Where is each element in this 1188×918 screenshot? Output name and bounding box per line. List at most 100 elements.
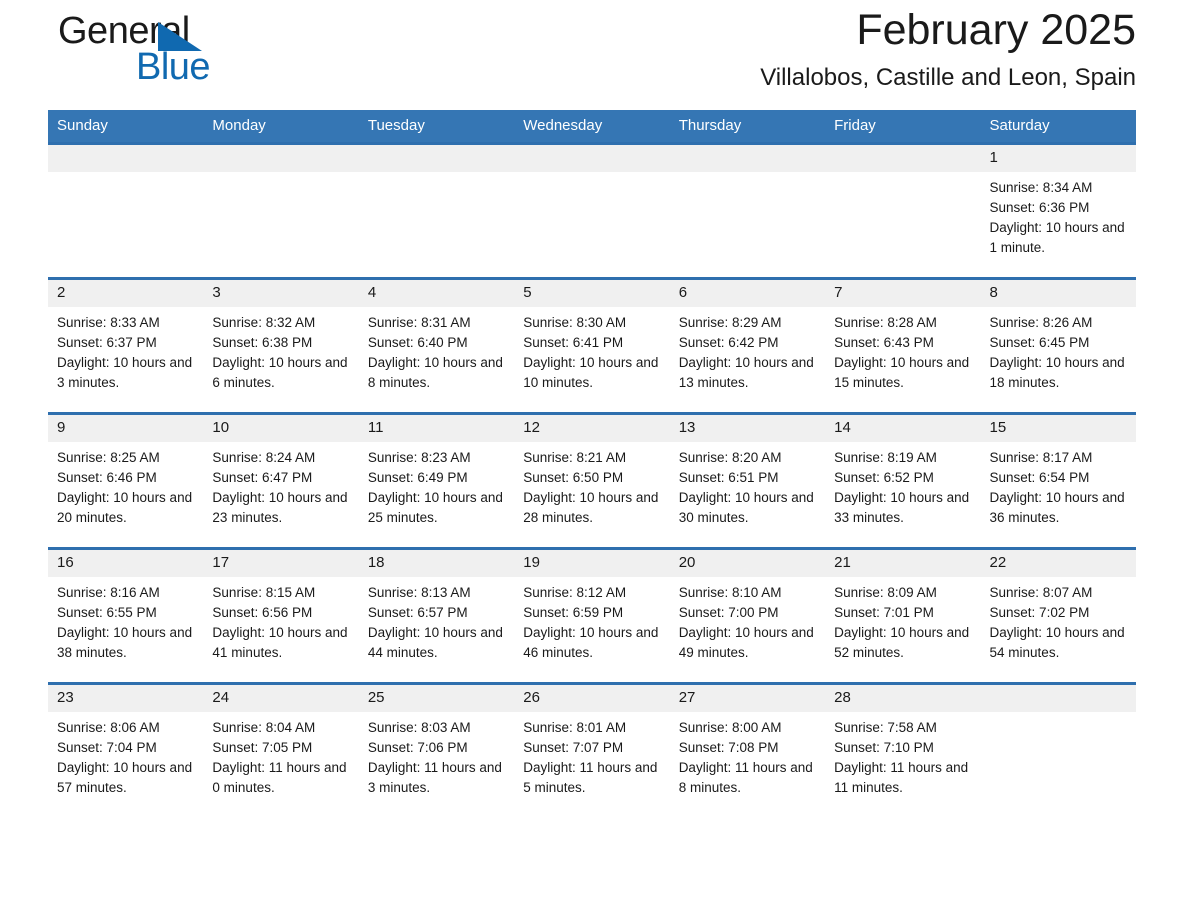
sunrise-text: Sunrise: 8:06 AM: [57, 720, 160, 735]
calendar-day-cell[interactable]: 8 Sunrise: 8:26 AM Sunset: 6:45 PM Daylight…: [980, 277, 1136, 414]
day-number: [514, 145, 670, 172]
calendar-day-cell[interactable]: 16 Sunrise: 8:16 AM Sunset: 6:55 PM Dayligh…: [48, 547, 204, 684]
day-box: 1 Sunrise: 8:34 AM Sunset: 6:36 PM Daylight…: [980, 145, 1136, 277]
calendar-day-cell[interactable]: 2 Sunrise: 8:33 AM Sunset: 6:37 PM Daylight…: [48, 277, 204, 414]
day-info: Sunrise: 8:26 AM Sunset: 6:45 PM Daylight:…: [981, 307, 1136, 393]
sunset-text: Sunset: 6:59 PM: [523, 604, 624, 620]
daylight-text: Daylight: 10 hours and 8 minutes.: [367, 354, 503, 390]
day-number: 23: [48, 685, 204, 712]
calendar-day-cell[interactable]: 24 Sunrise: 8:04 AM Sunset: 7:05 PM Dayligh…: [203, 682, 359, 817]
daylight-text: Daylight: 10 hours and 23 minutes.: [212, 489, 348, 525]
day-number: 24: [203, 685, 359, 712]
day-number: 28: [825, 685, 981, 712]
calendar-day-cell[interactable]: 19 Sunrise: 8:12 AM Sunset: 6:59 PM Dayligh…: [514, 547, 670, 684]
calendar-day-cell[interactable]: 7 Sunrise: 8:28 AM Sunset: 6:43 PM Daylight…: [825, 277, 981, 414]
calendar-day-cell[interactable]: 27 Sunrise: 8:00 AM Sunset: 7:08 PM Dayligh…: [669, 682, 826, 817]
generalblue-logo[interactable]: General Blue: [58, 10, 358, 96]
sunrise-text: Sunrise: 8:28 AM: [834, 315, 937, 330]
day-number: 20: [669, 550, 826, 577]
sunset-text: Sunset: 7:04 PM: [57, 739, 157, 755]
calendar-day-cell[interactable]: 10 Sunrise: 8:24 AM Sunset: 6:47 PM Dayligh…: [203, 412, 359, 549]
calendar-day-cell[interactable]: 5 Sunrise: 8:30 AM Sunset: 6:41 PM Daylight…: [514, 277, 670, 414]
daylight-text: Daylight: 10 hours and 20 minutes.: [57, 489, 193, 525]
day-number: 4: [358, 280, 515, 307]
calendar-day-cell[interactable]: 17 Sunrise: 8:15 AM Sunset: 6:56 PM Dayligh…: [203, 547, 359, 684]
day-box: 23 Sunrise: 8:06 AM Sunset: 7:04 PM Dayligh…: [48, 685, 204, 817]
sunset-text: Sunset: 6:49 PM: [367, 469, 468, 485]
sunrise-text: Sunrise: 8:17 AM: [989, 450, 1093, 465]
day-box: 18 Sunrise: 8:13 AM Sunset: 6:57 PM Dayligh…: [358, 550, 515, 682]
calendar-day-cell[interactable]: 12 Sunrise: 8:21 AM Sunset: 6:50 PM Dayligh…: [514, 412, 670, 549]
day-box: 14 Sunrise: 8:19 AM Sunset: 6:52 PM Dayligh…: [825, 415, 981, 547]
calendar-page: General Blue February 2025 Villalobos, C…: [0, 0, 1188, 918]
day-number: [669, 145, 826, 172]
day-info: Sunrise: 8:34 AM Sunset: 6:36 PM Daylight:…: [981, 172, 1136, 258]
day-box: 25 Sunrise: 8:03 AM Sunset: 7:06 PM Dayligh…: [358, 685, 515, 817]
calendar-day-cell[interactable]: 14 Sunrise: 8:19 AM Sunset: 6:52 PM Dayligh…: [825, 412, 981, 549]
day-number: 7: [825, 280, 981, 307]
calendar-day-cell[interactable]: 13 Sunrise: 8:20 AM Sunset: 6:51 PM Dayligh…: [669, 412, 826, 549]
calendar-day-cell[interactable]: 23 Sunrise: 8:06 AM Sunset: 7:04 PM Dayligh…: [48, 682, 204, 817]
day-info: Sunrise: 8:21 AM Sunset: 6:50 PM Daylight:…: [514, 442, 669, 528]
day-info: Sunrise: 8:00 AM Sunset: 7:08 PM Daylight:…: [670, 712, 825, 798]
day-box: 16 Sunrise: 8:16 AM Sunset: 6:55 PM Dayligh…: [48, 550, 204, 682]
daylight-text: Daylight: 10 hours and 36 minutes.: [989, 489, 1125, 525]
day-box: 24 Sunrise: 8:04 AM Sunset: 7:05 PM Dayligh…: [203, 685, 359, 817]
weekday-header-tuesday: Tuesday: [358, 110, 515, 144]
calendar-day-cell[interactable]: 4 Sunrise: 8:31 AM Sunset: 6:40 PM Daylight…: [358, 277, 515, 414]
calendar-day-cell[interactable]: 9 Sunrise: 8:25 AM Sunset: 6:46 PM Daylight…: [48, 412, 204, 549]
daylight-text: Daylight: 10 hours and 33 minutes.: [834, 489, 970, 525]
title-block: February 2025 Villalobos, Castille and L…: [760, 6, 1136, 92]
calendar-day-cell[interactable]: 25 Sunrise: 8:03 AM Sunset: 7:06 PM Dayligh…: [358, 682, 515, 817]
day-info: Sunrise: 8:10 AM Sunset: 7:00 PM Daylight:…: [670, 577, 825, 663]
daylight-text: Daylight: 11 hours and 5 minutes.: [523, 759, 658, 795]
day-box: 13 Sunrise: 8:20 AM Sunset: 6:51 PM Dayligh…: [669, 415, 826, 547]
day-number: [825, 145, 981, 172]
day-info: Sunrise: 8:03 AM Sunset: 7:06 PM Daylight:…: [359, 712, 514, 798]
day-box: 17 Sunrise: 8:15 AM Sunset: 6:56 PM Dayligh…: [203, 550, 359, 682]
sunrise-text: Sunrise: 8:15 AM: [212, 585, 316, 600]
calendar-day-cell[interactable]: 3 Sunrise: 8:32 AM Sunset: 6:38 PM Daylight…: [203, 277, 359, 414]
day-info: Sunrise: 8:29 AM Sunset: 6:42 PM Daylight:…: [670, 307, 825, 393]
sunrise-text: Sunrise: 8:34 AM: [989, 180, 1093, 195]
calendar-day-cell-empty: [203, 142, 359, 279]
day-box: 26 Sunrise: 8:01 AM Sunset: 7:07 PM Dayligh…: [514, 685, 670, 817]
calendar-day-cell[interactable]: 15 Sunrise: 8:17 AM Sunset: 6:54 PM Dayligh…: [980, 412, 1136, 549]
sunrise-text: Sunrise: 8:01 AM: [523, 720, 627, 735]
sunset-text: Sunset: 6:47 PM: [212, 469, 313, 485]
calendar-day-cell[interactable]: 28 Sunrise: 7:58 AM Sunset: 7:10 PM Dayligh…: [825, 682, 981, 817]
day-number: 26: [514, 685, 670, 712]
calendar-day-cell[interactable]: 20 Sunrise: 8:10 AM Sunset: 7:00 PM Dayligh…: [669, 547, 826, 684]
sunrise-text: Sunrise: 8:10 AM: [678, 585, 782, 600]
day-info: Sunrise: 8:16 AM Sunset: 6:55 PM Daylight:…: [48, 577, 203, 663]
sunset-text: Sunset: 6:43 PM: [834, 334, 934, 350]
day-info: Sunrise: 8:07 AM Sunset: 7:02 PM Daylight:…: [981, 577, 1136, 663]
sunset-text: Sunset: 6:40 PM: [367, 334, 468, 350]
calendar-day-cell[interactable]: 1 Sunrise: 8:34 AM Sunset: 6:36 PM Daylight…: [980, 142, 1136, 279]
daylight-text: Daylight: 11 hours and 11 minutes.: [834, 759, 969, 795]
calendar-day-cell[interactable]: 11 Sunrise: 8:23 AM Sunset: 6:49 PM Dayligh…: [358, 412, 515, 549]
calendar-day-cell[interactable]: 18 Sunrise: 8:13 AM Sunset: 6:57 PM Dayligh…: [358, 547, 515, 684]
sunrise-text: Sunrise: 8:24 AM: [212, 450, 316, 465]
calendar-day-cell-empty: [514, 142, 670, 279]
day-box: 2 Sunrise: 8:33 AM Sunset: 6:37 PM Daylight…: [48, 280, 204, 412]
day-box: 6 Sunrise: 8:29 AM Sunset: 6:42 PM Daylight…: [669, 280, 826, 412]
sunrise-text: Sunrise: 8:19 AM: [834, 450, 937, 465]
day-number: 13: [669, 415, 826, 442]
day-number: [358, 145, 515, 172]
day-box: 15 Sunrise: 8:17 AM Sunset: 6:54 PM Dayligh…: [980, 415, 1136, 547]
day-number: 14: [825, 415, 981, 442]
calendar-day-cell[interactable]: 26 Sunrise: 8:01 AM Sunset: 7:07 PM Dayligh…: [514, 682, 670, 817]
calendar-day-cell[interactable]: 6 Sunrise: 8:29 AM Sunset: 6:42 PM Daylight…: [669, 277, 826, 414]
day-number: 10: [203, 415, 359, 442]
day-info: Sunrise: 8:31 AM Sunset: 6:40 PM Daylight:…: [359, 307, 514, 393]
day-number: 16: [48, 550, 204, 577]
calendar-day-cell[interactable]: 22 Sunrise: 8:07 AM Sunset: 7:02 PM Dayligh…: [980, 547, 1136, 684]
calendar-day-cell[interactable]: 21 Sunrise: 8:09 AM Sunset: 7:01 PM Dayligh…: [825, 547, 981, 684]
logo-text-blue: Blue: [136, 46, 211, 88]
day-number: [980, 685, 1136, 712]
calendar-day-cell-empty: [980, 682, 1136, 817]
sunrise-text: Sunrise: 8:20 AM: [678, 450, 782, 465]
sunset-text: Sunset: 7:00 PM: [678, 604, 779, 620]
sunset-text: Sunset: 7:08 PM: [678, 739, 779, 755]
